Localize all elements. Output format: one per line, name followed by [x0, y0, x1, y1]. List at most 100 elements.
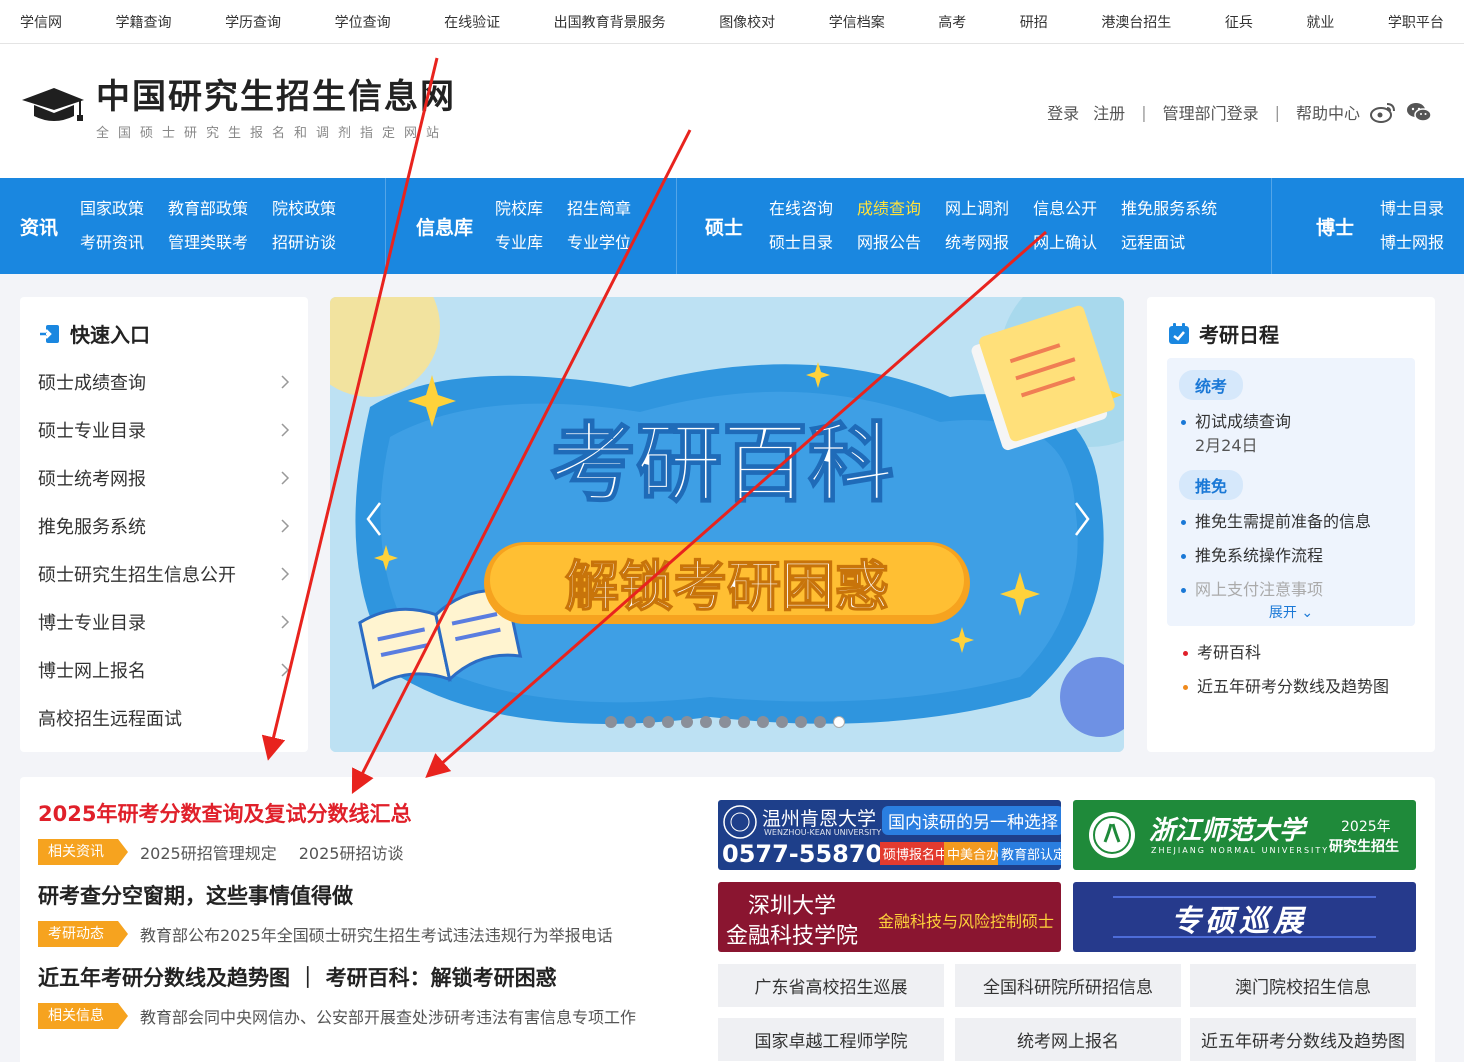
quick-item-info-disclosure[interactable]: 硕士研究生招生信息公开 [38, 550, 290, 598]
carousel-dot[interactable] [719, 716, 731, 728]
quick-link-unified-registration[interactable]: 统考网上报名 [955, 1018, 1181, 1061]
nav-link-score-query[interactable]: 成绩查询 [857, 192, 921, 226]
nav-link-doctor-registration[interactable]: 博士网报 [1380, 226, 1444, 260]
quick-item-doctor-catalog[interactable]: 博士专业目录 [38, 598, 290, 646]
graduation-cap-icon [22, 88, 84, 121]
schedule-item[interactable]: 推免系统操作流程 [1179, 544, 1403, 568]
quick-item-remote-interview[interactable]: 高校招生远程面试 [38, 694, 290, 742]
ad-professional-tour[interactable]: 专硕巡展 [1073, 882, 1416, 952]
carousel-next-icon[interactable] [1072, 501, 1092, 537]
topbar-link-archive[interactable]: 学信档案 [829, 12, 885, 32]
topbar-link-xuewei[interactable]: 学位查询 [335, 12, 391, 32]
carousel-dot[interactable] [795, 716, 807, 728]
schedule-link-trend[interactable]: 近五年研考分数线及趋势图 [1167, 670, 1415, 704]
nav-link-brochure[interactable]: 招生简章 [567, 192, 631, 226]
quick-item-label: 硕士研究生招生信息公开 [38, 565, 236, 586]
news-sub-link[interactable]: 教育部会同中央网信办、公安部开展查处涉研考违法有害信息专项工作 [140, 1004, 636, 1028]
topbar-link-hmt[interactable]: 港澳台招生 [1101, 12, 1171, 32]
ad-zhejiang-normal[interactable]: 浙江师范大学 ZHEJIANG NORMAL UNIVERSITY 2025年 … [1073, 800, 1416, 870]
schedule-item[interactable]: 初试成绩查询 [1179, 410, 1403, 434]
quick-item-doctor-registration[interactable]: 博士网上报名 [38, 646, 290, 694]
quick-link-macau[interactable]: 澳门院校招生信息 [1190, 964, 1416, 1007]
help-center-link[interactable]: 帮助中心 [1296, 100, 1360, 124]
nav-link-adjustment[interactable]: 网上调剂 [945, 192, 1009, 226]
nav-head-doctor[interactable]: 博士 [1272, 213, 1380, 240]
topbar-link-jiuye[interactable]: 就业 [1306, 12, 1334, 32]
nav-link-interview[interactable]: 招研访谈 [272, 226, 336, 260]
topbar-link-xuexinwang[interactable]: 学信网 [20, 12, 62, 32]
quick-item-label: 硕士专业目录 [38, 421, 146, 442]
quick-link-guangdong-tour[interactable]: 广东省高校招生巡展 [718, 964, 944, 1007]
quick-link-research-institutes[interactable]: 全国科研院所研招信息 [955, 964, 1181, 1007]
nav-link-exam-news[interactable]: 考研资讯 [80, 226, 144, 260]
carousel-dot[interactable] [833, 716, 845, 728]
topbar-link-zhengbing[interactable]: 征兵 [1225, 12, 1253, 32]
nav-link-online-consult[interactable]: 在线咨询 [769, 192, 833, 226]
nav-link-school-policy[interactable]: 院校政策 [272, 192, 336, 226]
nav-link-major-db[interactable]: 专业库 [495, 226, 543, 260]
topbar-link-gaokao[interactable]: 高考 [938, 12, 966, 32]
nav-link-master-catalog[interactable]: 硕士目录 [769, 226, 833, 260]
admin-login-link[interactable]: 管理部门登录 [1163, 100, 1259, 124]
wechat-icon[interactable] [1406, 101, 1432, 123]
quick-item-master-catalog[interactable]: 硕士专业目录 [38, 406, 290, 454]
carousel-dot[interactable] [624, 716, 636, 728]
topbar-link-xueji[interactable]: 学籍查询 [116, 12, 172, 32]
carousel-dot[interactable] [776, 716, 788, 728]
schedule-item[interactable]: 推免生需提前准备的信息 [1179, 510, 1403, 534]
login-link[interactable]: 登录 [1047, 100, 1079, 124]
news-tag: 考研动态 [38, 921, 128, 947]
topbar-link-yanzhao[interactable]: 研招 [1020, 12, 1048, 32]
topbar-link-image-check[interactable]: 图像校对 [719, 12, 775, 32]
expand-button[interactable]: 展开 ⌄ [1167, 596, 1415, 622]
quick-link-excellent-engineer[interactable]: 国家卓越工程师学院 [718, 1018, 944, 1061]
carousel-dot[interactable] [681, 716, 693, 728]
nav-link-unified-registration[interactable]: 统考网报 [945, 226, 1009, 260]
banner-carousel[interactable]: 考研百科 解锁考研困惑 [330, 297, 1124, 752]
carousel-dot[interactable] [662, 716, 674, 728]
nav-link-online-confirm[interactable]: 网上确认 [1033, 226, 1097, 260]
topbar-link-abroad[interactable]: 出国教育背景服务 [554, 12, 666, 32]
carousel-prev-icon[interactable] [364, 501, 384, 537]
nav-link-management-exam[interactable]: 管理类联考 [168, 226, 248, 260]
nav-link-school-db[interactable]: 院校库 [495, 192, 543, 226]
nav-link-national-policy[interactable]: 国家政策 [80, 192, 144, 226]
nav-head-info[interactable]: 资讯 [0, 213, 80, 240]
quick-link-score-trend[interactable]: 近五年研考分数线及趋势图 [1190, 1018, 1416, 1061]
nav-link-remote-interview[interactable]: 远程面试 [1121, 226, 1217, 260]
nav-link-registration-notice[interactable]: 网报公告 [857, 226, 921, 260]
nav-head-master[interactable]: 硕士 [677, 213, 769, 240]
site-title: 中国研究生招生信息网 [96, 77, 456, 117]
nav-link-moe-policy[interactable]: 教育部政策 [168, 192, 248, 226]
site-header: 中国研究生招生信息网 全国硕士研究生报名和调剂指定网站 登录 注册 | 管理部门… [0, 44, 1464, 178]
quick-item-master-registration[interactable]: 硕士统考网报 [38, 454, 290, 502]
news-sub-link[interactable]: 教育部公布2025年全国硕士研究生招生考试违法违规行为举报电话 [140, 922, 613, 946]
schedule-title-text: 考研日程 [1199, 323, 1279, 347]
ad-wenzhou-kean[interactable]: 温州肯恩大学 WENZHOU-KEAN UNIVERSITY 国内读研的另一种选… [718, 800, 1061, 870]
nav-link-doctor-catalog[interactable]: 博士目录 [1380, 192, 1444, 226]
carousel-dot[interactable] [700, 716, 712, 728]
topbar-link-xueli[interactable]: 学历查询 [225, 12, 281, 32]
quick-item-recommend-system[interactable]: 推免服务系统 [38, 502, 290, 550]
carousel-dot[interactable] [757, 716, 769, 728]
carousel-dot[interactable] [605, 716, 617, 728]
banner-illustration: 考研百科 解锁考研困惑 [330, 297, 1124, 752]
carousel-dot[interactable] [643, 716, 655, 728]
topbar-link-verify[interactable]: 在线验证 [444, 12, 500, 32]
ad-shenzhen-univ[interactable]: 深圳大学 金融科技学院 金融科技与风险控制硕士 [718, 882, 1061, 952]
nav-link-professional-degree[interactable]: 专业学位 [567, 226, 631, 260]
carousel-dot[interactable] [814, 716, 826, 728]
weibo-icon[interactable] [1370, 101, 1396, 123]
nav-group-database: 信息库 院校库 专业库 招生简章 专业学位 [385, 178, 676, 274]
carousel-dot[interactable] [738, 716, 750, 728]
register-link[interactable]: 注册 [1093, 100, 1125, 124]
news-sub-link[interactable]: 2025研招管理规定 [140, 840, 277, 864]
site-logo[interactable]: 中国研究生招生信息网 全国硕士研究生报名和调剂指定网站 [20, 76, 456, 141]
nav-link-info-disclosure[interactable]: 信息公开 [1033, 192, 1097, 226]
news-sub-link[interactable]: 2025研招访谈 [299, 840, 404, 864]
nav-link-recommend-system[interactable]: 推免服务系统 [1121, 192, 1217, 226]
schedule-link-baike[interactable]: 考研百科 [1167, 636, 1415, 670]
topbar-link-xuezhi[interactable]: 学职平台 [1388, 12, 1444, 32]
quick-item-master-score[interactable]: 硕士成绩查询 [38, 358, 290, 406]
nav-head-database[interactable]: 信息库 [386, 213, 495, 240]
